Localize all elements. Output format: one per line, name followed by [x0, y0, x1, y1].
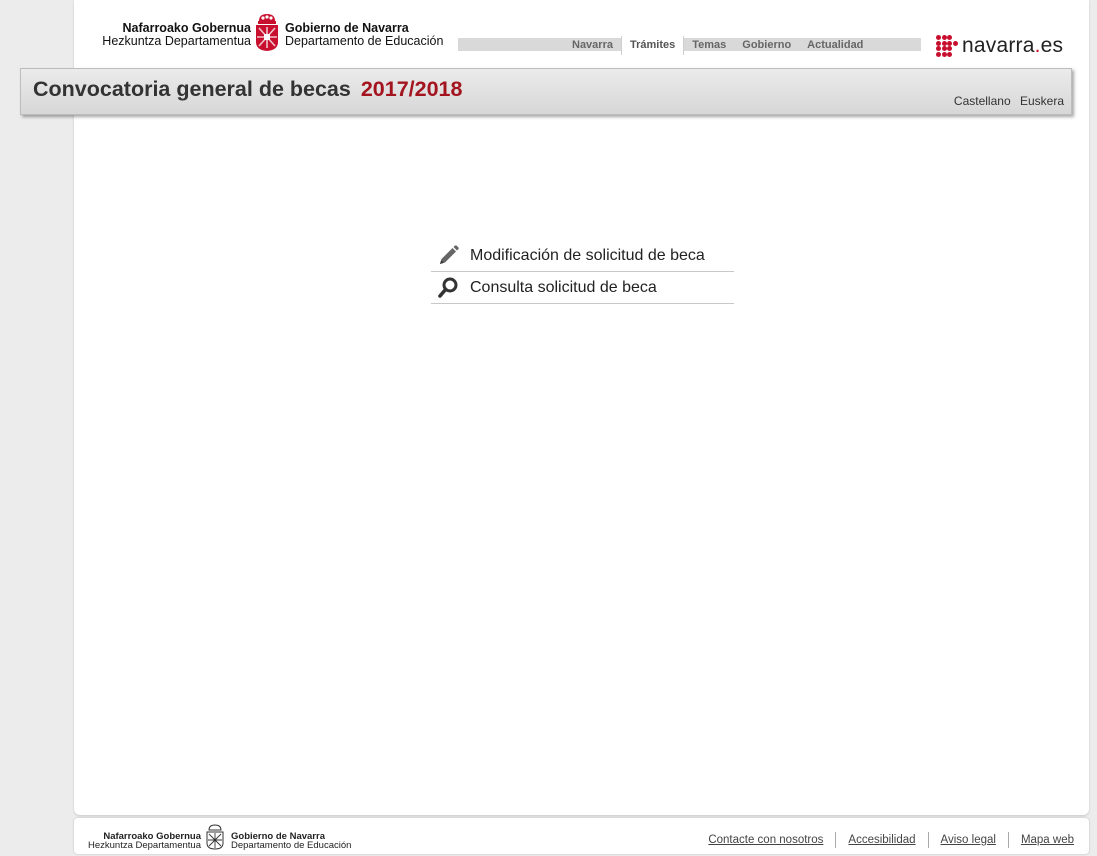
pencil-icon: [431, 244, 465, 268]
page-container: Nafarroako Gobernua Hezkuntza Departamen…: [74, 0, 1089, 815]
footer-link-mapa-web[interactable]: Mapa web: [1021, 834, 1074, 846]
navarra-coat-of-arms-icon: [256, 14, 278, 51]
site-header: Nafarroako Gobernua Hezkuntza Departamen…: [74, 0, 1089, 60]
top-navigation: Navarra Trámites Temas Gobierno Actualid…: [564, 36, 871, 55]
page-title-bar: Convocatoria general de becas 2017/2018 C…: [20, 68, 1072, 115]
page-title: Convocatoria general de becas: [33, 77, 351, 101]
page-title-year: 2017/2018: [360, 77, 463, 101]
menu-item-label: Consulta solicitud de beca: [470, 278, 657, 296]
menu-item-consulta[interactable]: Consulta solicitud de beca: [431, 272, 734, 304]
menu-item-modificacion[interactable]: Modificación de solicitud de beca: [431, 240, 734, 272]
portal-logo-suffix: es: [1040, 34, 1064, 57]
lang-castellano[interactable]: Castellano: [954, 94, 1011, 108]
footer-divider: [927, 832, 929, 848]
logo-right-line2: Departamento de Educación: [285, 34, 444, 48]
nav-gobierno[interactable]: Gobierno: [734, 36, 799, 54]
footer-logo-left-line2: Hezkuntza Departamentua: [87, 840, 201, 851]
magnifier-icon: [431, 276, 465, 300]
footer-links: Contacte con nosotros Accesibilidad Avis…: [708, 832, 1074, 848]
procedure-menu: Modificación de solicitud de beca Consul…: [431, 240, 734, 304]
nav-temas[interactable]: Temas: [684, 36, 734, 54]
footer-link-accesibilidad[interactable]: Accesibilidad: [848, 834, 915, 846]
nav-navarra[interactable]: Navarra: [564, 36, 621, 54]
navarra-dots-icon: [936, 35, 958, 57]
footer-logo-right-line2: Departamento de Educación: [231, 840, 352, 851]
menu-item-label: Modificación de solicitud de beca: [470, 246, 705, 264]
footer-link-contacte[interactable]: Contacte con nosotros: [708, 834, 823, 846]
logo-left-line2: Hezkuntza Departamentua: [102, 34, 251, 48]
footer-coat-of-arms-icon: [206, 824, 224, 850]
portal-logo-text: navarra: [962, 34, 1035, 57]
nav-tramites[interactable]: Trámites: [620, 36, 685, 55]
navarra-es-logo[interactable]: navarra.es: [936, 34, 1063, 58]
footer-link-aviso-legal[interactable]: Aviso legal: [941, 834, 996, 846]
nav-actualidad[interactable]: Actualidad: [799, 36, 871, 54]
lang-euskera[interactable]: Euskera: [1020, 94, 1064, 108]
footer-divider: [1007, 832, 1009, 848]
footer-divider: [835, 832, 837, 848]
language-switcher: Castellano Euskera: [948, 94, 1064, 108]
site-footer: Nafarroako Gobernua Hezkuntza Departamen…: [74, 818, 1089, 854]
